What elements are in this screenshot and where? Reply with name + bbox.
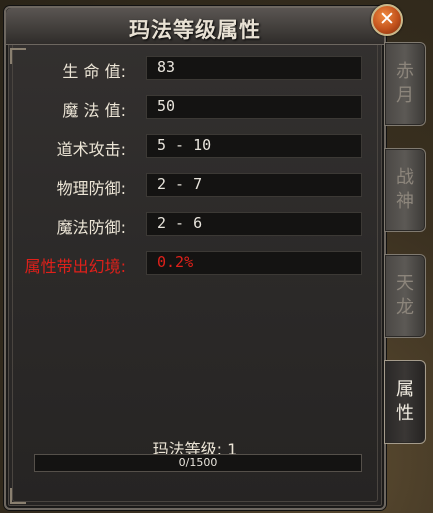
tab-chiyue[interactable]: 赤 月 xyxy=(384,42,426,126)
tab-label: 月 xyxy=(396,85,414,106)
attr-value: 2 - 7 xyxy=(157,175,203,193)
tab-zhanshen[interactable]: 战 神 xyxy=(384,148,426,232)
tab-label: 神 xyxy=(396,191,414,212)
attr-value: 2 - 6 xyxy=(157,214,203,232)
level-progress-bar: 0/1500 xyxy=(34,454,362,472)
tab-tianlong[interactable]: 天 龙 xyxy=(384,254,426,338)
attr-value: 50 xyxy=(157,97,176,115)
tab-label: 天 xyxy=(396,273,414,294)
attr-label: 物理防御: xyxy=(56,179,126,198)
level-progress-text: 0/1500 xyxy=(178,456,218,469)
attr-value: 0.2% xyxy=(157,253,194,271)
attr-value-box: 50 xyxy=(146,95,362,119)
attr-value-box: 83 xyxy=(146,56,362,80)
close-icon[interactable]: ✕ xyxy=(371,4,403,36)
tab-label: 赤 xyxy=(396,61,414,82)
window-title: 玛法等级属性 xyxy=(129,18,261,42)
attr-value-box: 5 - 10 xyxy=(146,134,362,158)
attr-value: 83 xyxy=(157,58,176,76)
tab-label: 性 xyxy=(396,403,414,424)
attr-value-box: 2 - 7 xyxy=(146,173,362,197)
attr-value: 5 - 10 xyxy=(157,136,212,154)
attr-label: 道术攻击: xyxy=(56,140,126,159)
title-bar[interactable]: 玛法等级属性 xyxy=(6,8,384,45)
attr-value-box: 2 - 6 xyxy=(146,212,362,236)
tab-label: 属 xyxy=(396,379,414,400)
attribute-panel: 玛法等级属性 生 命 值: 83 魔 法 值: 50 道术攻击: 5 - 10 … xyxy=(4,6,386,510)
tab-attributes[interactable]: 属 性 xyxy=(384,360,426,444)
tab-label: 龙 xyxy=(396,297,414,318)
corner-ornament xyxy=(10,488,26,504)
tab-label: 战 xyxy=(396,167,414,188)
attr-value-box: 0.2% xyxy=(146,251,362,275)
attr-label: 魔法防御: xyxy=(56,218,126,237)
attr-label: 魔 法 值: xyxy=(62,101,126,120)
attr-label: 生 命 值: xyxy=(62,62,126,81)
attr-label: 属性带出幻境: xyxy=(24,257,126,276)
